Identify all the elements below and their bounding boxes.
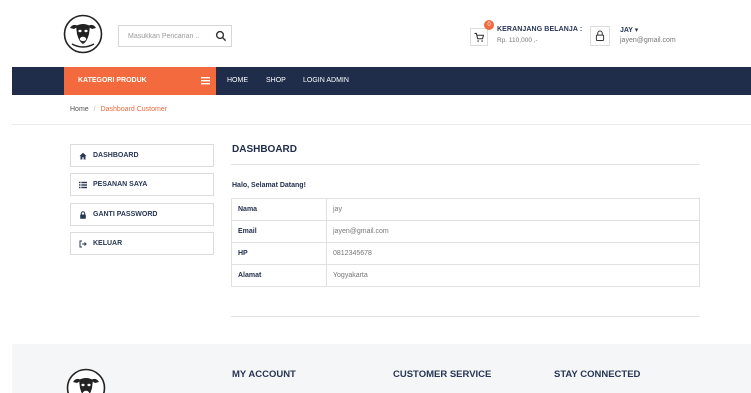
- sidebar-item-label: PESANAN SAYA: [93, 181, 148, 188]
- lock-icon: [595, 30, 605, 41]
- search-box: [118, 25, 232, 47]
- table-row: Nama jay: [231, 198, 700, 221]
- sidebar-item-ganti-password[interactable]: GANTI PASSWORD: [70, 203, 214, 226]
- sidebar-item-pesanan-saya[interactable]: PESANAN SAYA: [70, 173, 214, 196]
- sidebar-item-dashboard[interactable]: DASHBOARD: [70, 144, 214, 167]
- field-label: Email: [231, 220, 327, 243]
- field-label: Alamat: [231, 264, 327, 287]
- cart-button[interactable]: [470, 28, 488, 46]
- cart-count-badge: 0: [484, 20, 494, 30]
- category-menu-button[interactable]: KATEGORI PRODUK: [64, 67, 216, 95]
- home-icon: [79, 152, 87, 160]
- sign-out-icon: [79, 240, 87, 248]
- nav-link-shop[interactable]: SHOP: [266, 77, 286, 84]
- sidebar-item-label: DASHBOARD: [93, 152, 139, 159]
- welcome-message: Halo, Selamat Datang!: [232, 182, 306, 189]
- sidebar-item-label: GANTI PASSWORD: [93, 211, 158, 218]
- breadcrumb: Home / Dashboard Customer: [70, 106, 167, 113]
- page-title: DASHBOARD: [232, 144, 297, 155]
- breadcrumb-home[interactable]: Home: [70, 106, 89, 113]
- nav-link-home[interactable]: HOME: [227, 77, 248, 84]
- site-header: 0 KERANJANG BELANJA : Rp. 110,000 ,- JAY…: [0, 0, 751, 67]
- customer-info-table: Nama jay Email jayen@gmail.com HP 081234…: [231, 198, 700, 287]
- table-row: Alamat Yogyakarta: [231, 264, 700, 287]
- field-label: HP: [231, 242, 327, 265]
- content-divider: [231, 316, 700, 317]
- sidebar-item-keluar[interactable]: KELUAR: [70, 232, 214, 255]
- category-menu-label: KATEGORI PRODUK: [78, 77, 147, 84]
- cart-title[interactable]: KERANJANG BELANJA :: [497, 26, 582, 33]
- user-email: jayen@gmail.com: [620, 37, 676, 44]
- breadcrumb-divider: [12, 124, 751, 125]
- search-icon[interactable]: [215, 30, 227, 42]
- footer-heading-my-account: MY ACCOUNT: [232, 369, 296, 380]
- field-value: 0812345678: [326, 242, 700, 265]
- field-label: Nama: [231, 198, 327, 221]
- account-button[interactable]: [590, 26, 610, 46]
- lock-icon: [80, 211, 86, 219]
- breadcrumb-current: Dashboard Customer: [100, 106, 168, 113]
- cart-icon: [474, 32, 485, 42]
- title-divider: [231, 164, 700, 165]
- bull-logo-icon[interactable]: [66, 368, 106, 393]
- field-value: Yogyakarta: [326, 264, 700, 287]
- breadcrumb-separator: /: [93, 106, 96, 113]
- user-menu-toggle[interactable]: JAY ▾: [620, 26, 638, 34]
- field-value: jayen@gmail.com: [326, 220, 700, 243]
- table-row: Email jayen@gmail.com: [231, 220, 700, 243]
- sidebar-item-label: KELUAR: [93, 240, 123, 247]
- footer-heading-stay-connected: STAY CONNECTED: [554, 369, 641, 380]
- nav-link-login-admin[interactable]: LOGIN ADMIN: [303, 77, 349, 84]
- list-icon: [79, 181, 87, 189]
- bull-logo-icon[interactable]: [63, 14, 103, 54]
- field-value: jay: [326, 198, 700, 221]
- cart-total: Rp. 110,000 ,-: [497, 37, 538, 44]
- table-row: HP 0812345678: [231, 242, 700, 265]
- search-input[interactable]: [119, 26, 211, 46]
- hamburger-icon: [201, 77, 210, 85]
- footer-heading-customer-service: CUSTOMER SERVICE: [393, 369, 492, 380]
